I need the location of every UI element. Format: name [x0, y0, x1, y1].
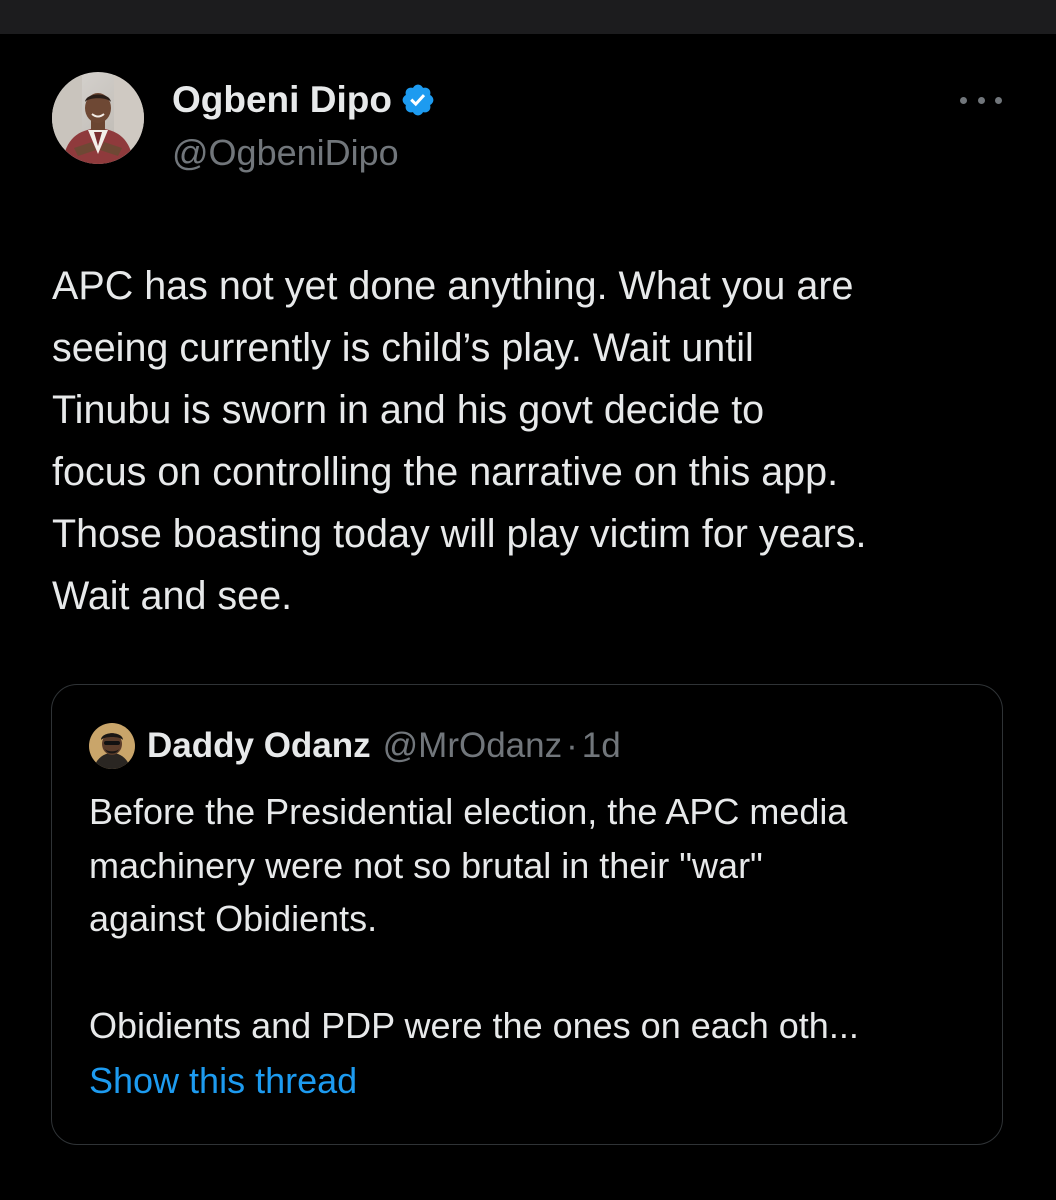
author-display-name[interactable]: Ogbeni Dipo — [172, 79, 392, 121]
quoted-tweet-timestamp[interactable]: 1d — [582, 726, 621, 766]
tweet: Ogbeni Dipo @OgbeniDipo APC has not yet … — [0, 34, 1056, 1200]
more-options-icon[interactable] — [960, 86, 1002, 114]
more-dot — [977, 96, 985, 104]
show-thread-link[interactable]: Show this thread — [89, 1060, 357, 1102]
quoted-tweet-card[interactable]: Daddy Odanz @MrOdanz · 1d Before the Pre… — [51, 684, 1003, 1145]
quoted-tweet-header: Daddy Odanz @MrOdanz · 1d — [89, 723, 621, 769]
more-dot — [960, 96, 967, 104]
verified-badge-icon — [400, 82, 436, 118]
tweet-text: APC has not yet done anything. What you … — [52, 264, 867, 618]
separator-dot: · — [566, 726, 578, 765]
more-dot — [995, 96, 1002, 104]
author-name-row: Ogbeni Dipo — [172, 78, 436, 122]
status-bar — [0, 0, 1056, 34]
quoted-tweet-text: Before the Presidential election, the AP… — [89, 791, 859, 1046]
quoted-author-handle[interactable]: @MrOdanz — [383, 726, 562, 766]
author-handle[interactable]: @OgbeniDipo — [172, 132, 399, 174]
author-avatar[interactable] — [52, 72, 144, 164]
quoted-author-avatar[interactable] — [89, 723, 135, 769]
quoted-author-display-name[interactable]: Daddy Odanz — [147, 726, 371, 766]
